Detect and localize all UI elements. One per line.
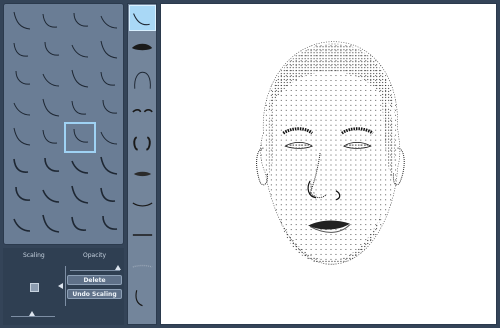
chin-shape-thumbnail[interactable] — [37, 182, 65, 209]
chin-shape-thumbnail[interactable] — [8, 153, 36, 180]
chin-shape-thumbnail[interactable] — [95, 124, 123, 151]
feature-ears-icon[interactable] — [129, 129, 156, 155]
feature-eyebrows-icon[interactable] — [129, 98, 156, 124]
feature-chin-icon[interactable] — [129, 191, 156, 217]
feature-lips-icon[interactable] — [129, 160, 156, 186]
chin-shape-thumbnail[interactable] — [95, 211, 123, 238]
scaling-slider-handle[interactable] — [58, 283, 63, 289]
feature-hair-icon[interactable] — [129, 36, 156, 62]
feature-category-strip — [127, 3, 157, 325]
chin-shape-thumbnail[interactable] — [37, 37, 65, 64]
chin-shape-thumbnail[interactable] — [95, 182, 123, 209]
chin-shape-thumbnail[interactable] — [37, 95, 65, 122]
chin-shape-thumbnail[interactable] — [95, 153, 123, 180]
feature-head-outline-icon[interactable] — [129, 67, 156, 93]
chin-shape-thumbnail[interactable] — [8, 37, 36, 64]
chin-shape-thumbnail[interactable] — [95, 66, 123, 93]
scaling-slider-track[interactable] — [65, 266, 66, 306]
chin-shape-thumbnail[interactable] — [66, 153, 94, 180]
chin-shape-thumbnail[interactable] — [95, 8, 123, 35]
chin-shape-thumbnail[interactable] — [8, 66, 36, 93]
chin-shape-thumbnail[interactable] — [8, 95, 36, 122]
feature-mouth-icon[interactable] — [129, 222, 156, 248]
feature-hairline-icon[interactable] — [129, 5, 156, 31]
chin-shape-thumbnail[interactable] — [8, 124, 36, 151]
undo-scaling-button[interactable]: Undo Scaling — [67, 289, 122, 299]
reset-scale-button[interactable] — [30, 283, 39, 292]
chin-shape-thumbnail[interactable] — [37, 124, 65, 151]
chin-shape-thumbnail[interactable] — [66, 95, 94, 122]
chin-shape-thumbnail[interactable] — [95, 37, 123, 64]
chin-shape-thumbnail[interactable] — [66, 66, 94, 93]
chin-shape-thumbnail[interactable] — [8, 182, 36, 209]
face-sketch — [256, 41, 405, 265]
opacity-slider-handle[interactable] — [29, 311, 35, 316]
chin-shape-grid — [3, 3, 124, 245]
chin-shape-thumbnail[interactable] — [66, 37, 94, 64]
opacity-label: Opacity — [83, 252, 107, 259]
scaling-opacity-controls: Scaling Opacity Delete Undo Scaling — [3, 248, 124, 325]
chin-shape-thumbnail[interactable] — [8, 211, 36, 238]
chin-shape-thumbnail[interactable] — [66, 182, 94, 209]
opacity-track-top — [70, 270, 120, 271]
chin-shape-thumbnail[interactable] — [66, 211, 94, 238]
chin-shape-thumbnail[interactable] — [37, 211, 65, 238]
composite-canvas[interactable] — [160, 3, 497, 325]
chin-shape-thumbnail[interactable] — [8, 8, 36, 35]
chin-shape-thumbnail[interactable] — [37, 66, 65, 93]
chin-shape-thumbnail[interactable] — [37, 8, 65, 35]
opacity-slider-track[interactable] — [11, 316, 55, 317]
feature-lower-face-outline-icon[interactable] — [129, 284, 156, 310]
scaling-label: Scaling — [23, 252, 45, 259]
delete-button[interactable]: Delete — [67, 275, 122, 285]
chin-shape-thumbnail[interactable] — [95, 95, 123, 122]
chin-shape-thumbnail[interactable] — [66, 8, 94, 35]
feature-facial-hair-icon[interactable] — [129, 253, 156, 279]
chin-shape-thumbnail[interactable] — [64, 122, 96, 153]
chin-shape-thumbnail[interactable] — [37, 153, 65, 180]
